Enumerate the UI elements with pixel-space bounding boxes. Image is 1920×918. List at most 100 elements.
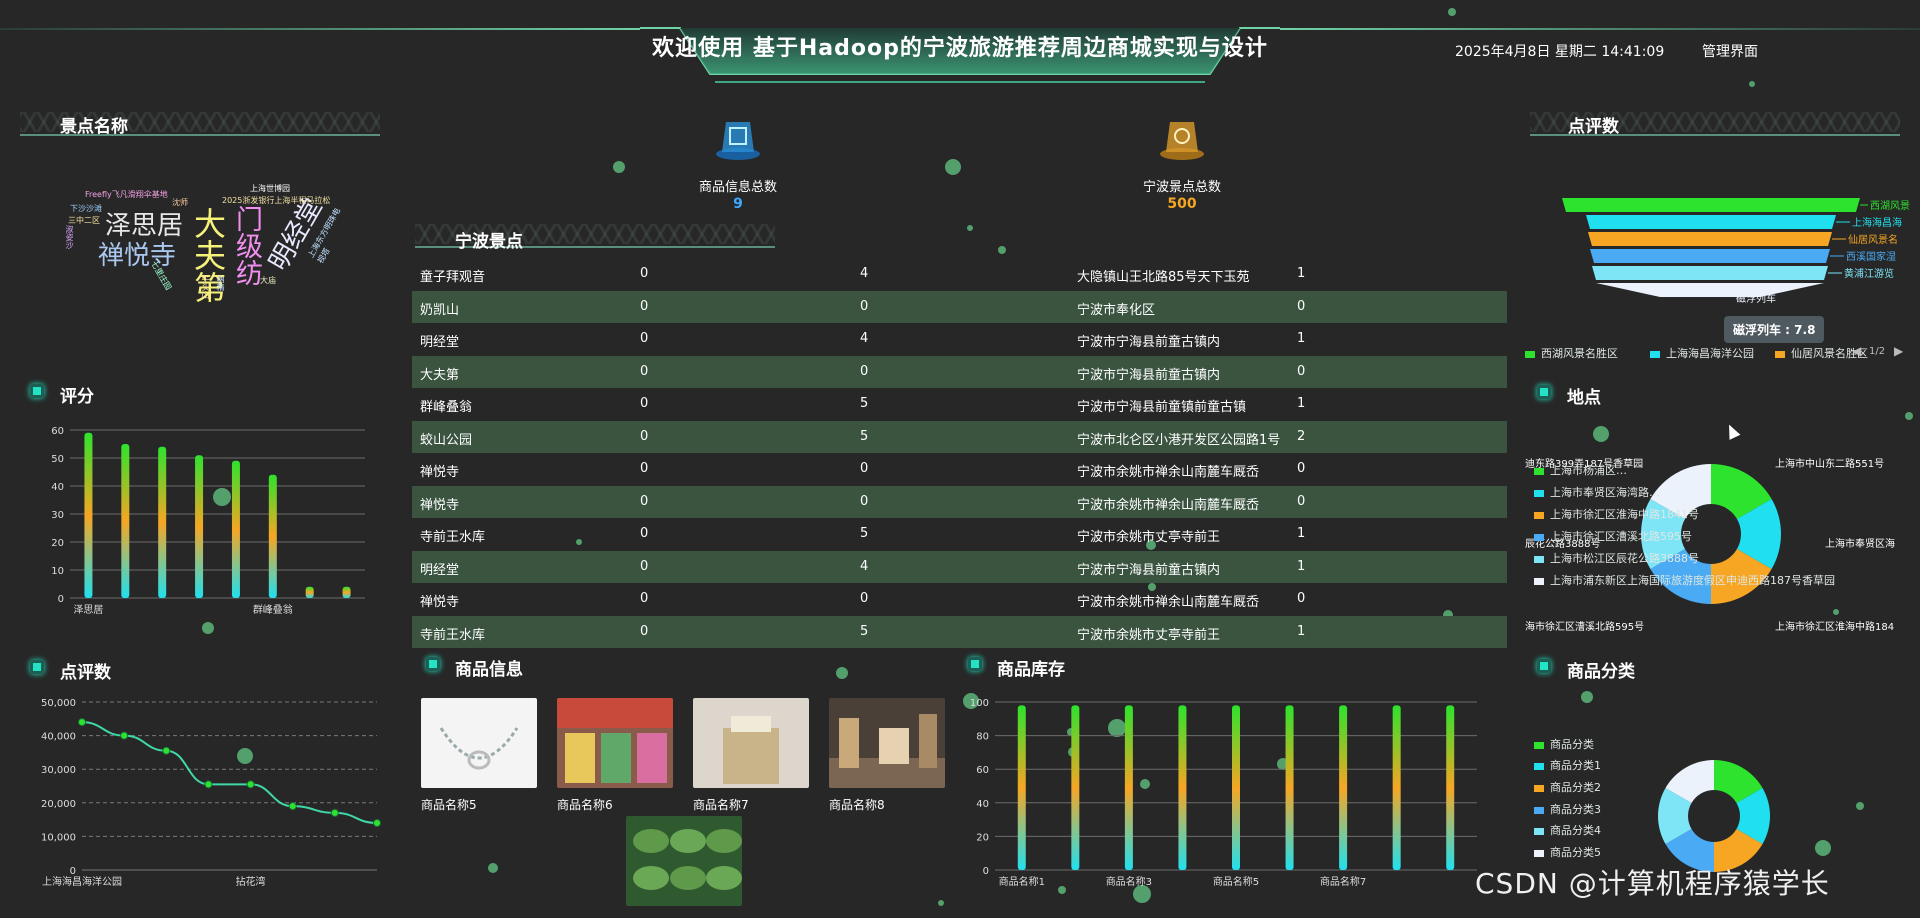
- table-cell: 禅悦寺: [420, 465, 460, 480]
- table-row[interactable]: 明经堂 0 4 宁波市宁海县前童古镇内 1: [412, 550, 1507, 583]
- product-card[interactable]: 商品名称8: [829, 698, 945, 813]
- table-row[interactable]: 大夫第 0 0 宁波市宁海县前童古镇内 0: [412, 355, 1507, 388]
- y-tick-label: 40: [51, 482, 64, 493]
- data-point[interactable]: [246, 780, 255, 789]
- spots-total-label: 宁波景点总数: [1142, 180, 1221, 195]
- bar[interactable]: [195, 455, 204, 598]
- table-row[interactable]: 禅悦寺 0 0 宁波市余姚市禅余山南麓车厩岙 0: [412, 453, 1507, 486]
- funnel-legend-item[interactable]: 上海海昌海洋公园: [1650, 345, 1754, 361]
- location-legend-item[interactable]: 上海市徐汇区淮海中路1841号: [1534, 506, 1699, 522]
- bar[interactable]: [121, 444, 130, 598]
- word-cloud-word: 下沙沙滩: [70, 204, 102, 213]
- table-row[interactable]: 蛟山公园 0 5 宁波市北仑区小港开发区公园路1号 2: [412, 420, 1507, 453]
- categories-legend-item[interactable]: 商品分类4: [1534, 822, 1601, 838]
- table-cell: 0: [1297, 363, 1306, 379]
- x-tick-label: 商品名称1: [999, 875, 1045, 888]
- categories-legend-item[interactable]: 商品分类1: [1534, 757, 1601, 773]
- table-row[interactable]: 禅悦寺 0 0 宁波市余姚市禅余山南麓车厩岙 0: [412, 485, 1507, 518]
- table-cell: 宁波市北仑区小港开发区公园路1号: [1077, 432, 1281, 448]
- bar[interactable]: [1392, 705, 1401, 870]
- table-cell: 0: [640, 493, 649, 509]
- location-legend-item[interactable]: 上海市徐汇区漕溪北路595号: [1534, 528, 1692, 544]
- table-row[interactable]: 寺前王水库 0 5 宁波市余姚市丈亭寺前王 1: [412, 615, 1507, 648]
- location-legend-item[interactable]: 上海市松江区辰花公路3888号: [1534, 550, 1699, 566]
- gift-box-photo: [693, 698, 809, 788]
- table-row[interactable]: 童子拜观音 0 4 大隐镇山王北路85号天下玉苑 1: [412, 258, 1507, 291]
- table-cell: 0: [640, 396, 649, 411]
- bar[interactable]: [1071, 705, 1080, 870]
- market-photo: [557, 698, 673, 788]
- table-cell: 明经堂: [420, 562, 460, 578]
- bar[interactable]: [84, 432, 93, 598]
- goods-total-icon: [712, 114, 764, 162]
- x-tick-label: 商品名称7: [1320, 875, 1366, 888]
- scenic-names-title: 景点名称: [60, 117, 128, 137]
- bar[interactable]: [1232, 705, 1240, 870]
- location-legend-item[interactable]: 上海市杨浦区…: [1534, 462, 1627, 478]
- watermark: CSDN @计算机程序猿学长: [1475, 867, 1830, 900]
- bar[interactable]: [268, 474, 277, 598]
- location-legend: 上海市杨浦区… 上海市奉贤区海湾路… 上海市徐汇区淮海中路1841号 上海市徐汇…: [1534, 462, 1835, 588]
- page-title: 欢迎使用 基于Hadoop的宁波旅游推荐周边商城实现与设计: [652, 36, 1268, 61]
- table-cell: 童子拜观音: [420, 270, 486, 285]
- table-cell: 1: [1297, 266, 1306, 281]
- table-row[interactable]: 群峰叠翁 0 5 宁波市宁海县前童镇前童古镇 1: [412, 388, 1507, 421]
- product-card[interactable]: 商品名称7: [693, 698, 809, 813]
- categories-legend-item[interactable]: 商品分类2: [1534, 779, 1601, 795]
- bar[interactable]: [1178, 705, 1187, 870]
- data-point[interactable]: [288, 802, 297, 811]
- bar[interactable]: [158, 446, 167, 598]
- table-cell: 0: [640, 623, 649, 639]
- table-row[interactable]: 奶凯山 0 0 宁波市奉化区 0: [412, 290, 1507, 323]
- product-name: 商品名称8: [829, 798, 885, 812]
- bar[interactable]: [1446, 705, 1455, 870]
- table-row[interactable]: 禅悦寺 0 0 宁波市余姚市禅余山南麓车厩岙 0: [412, 583, 1507, 616]
- table-cell: 1: [1297, 331, 1306, 346]
- y-tick-label: 0: [58, 594, 64, 605]
- legend-next-icon[interactable]: ▶: [1894, 344, 1903, 358]
- bar[interactable]: [1339, 705, 1348, 870]
- table-cell: 宁波市宁海县前童镇前童古镇: [1077, 400, 1247, 415]
- categories-legend-item[interactable]: 商品分类5: [1534, 844, 1601, 860]
- word-cloud: 泽思居 禅悦寺 大夫第 门级纺 明经堂 Freefly飞凡滑翔伞基地 2025浙…: [60, 175, 360, 325]
- data-point[interactable]: [120, 731, 129, 740]
- goods-total-label: 商品信息总数: [698, 180, 777, 195]
- table-row[interactable]: 寺前王水库 0 5 宁波市余姚市丈亭寺前王 1: [412, 518, 1507, 551]
- table-row[interactable]: 明经堂 0 4 宁波市宁海县前童古镇内 1: [412, 323, 1507, 356]
- location-legend-item[interactable]: 上海市浦东新区上海国际旅游度假区申迪西路187号香草园: [1534, 572, 1835, 588]
- table-cell: 0: [1297, 461, 1306, 476]
- legend-page: 1/2: [1869, 346, 1886, 357]
- ningbo-spots-title: 宁波景点: [455, 232, 523, 252]
- funnel-legend-item[interactable]: 西湖风景名胜区: [1525, 345, 1618, 361]
- table-cell: 宁波市余姚市丈亭寺前王: [1077, 627, 1221, 643]
- product-card[interactable]: 商品名称6: [557, 698, 673, 813]
- legend-prev-icon[interactable]: ◀: [1852, 344, 1861, 358]
- word-cloud-word: 禅悦寺: [98, 241, 177, 271]
- data-point[interactable]: [78, 718, 86, 727]
- bar[interactable]: [1285, 705, 1294, 870]
- product-card[interactable]: [626, 816, 742, 910]
- bar[interactable]: [231, 460, 240, 598]
- bar[interactable]: [1017, 705, 1026, 870]
- bar[interactable]: [305, 586, 314, 598]
- data-point[interactable]: [204, 780, 213, 789]
- location-legend-item[interactable]: 上海市奉贤区海湾路…: [1534, 484, 1660, 500]
- admin-link[interactable]: 管理界面: [1702, 41, 1758, 61]
- funnel-label: 西溪国家湿: [1846, 250, 1896, 263]
- bar[interactable]: [342, 586, 351, 598]
- categories-legend-item[interactable]: 商品分类: [1534, 736, 1594, 752]
- bar[interactable]: [1124, 705, 1133, 870]
- data-point[interactable]: [162, 746, 171, 755]
- data-point[interactable]: [330, 808, 339, 817]
- dumplings-photo: [626, 816, 742, 906]
- header-line-right: [1280, 28, 1920, 30]
- categories-legend-item[interactable]: 商品分类3: [1534, 801, 1601, 817]
- data-point[interactable]: [373, 818, 381, 827]
- table-cell: 5: [860, 623, 869, 639]
- table-cell: 0: [860, 461, 869, 476]
- y-tick-label: 60: [51, 426, 64, 437]
- product-card[interactable]: 商品名称5: [421, 698, 537, 813]
- y-tick-label: 80: [976, 732, 989, 743]
- table-cell: 蛟山公园: [420, 432, 473, 448]
- table-cell: 1: [1297, 526, 1306, 541]
